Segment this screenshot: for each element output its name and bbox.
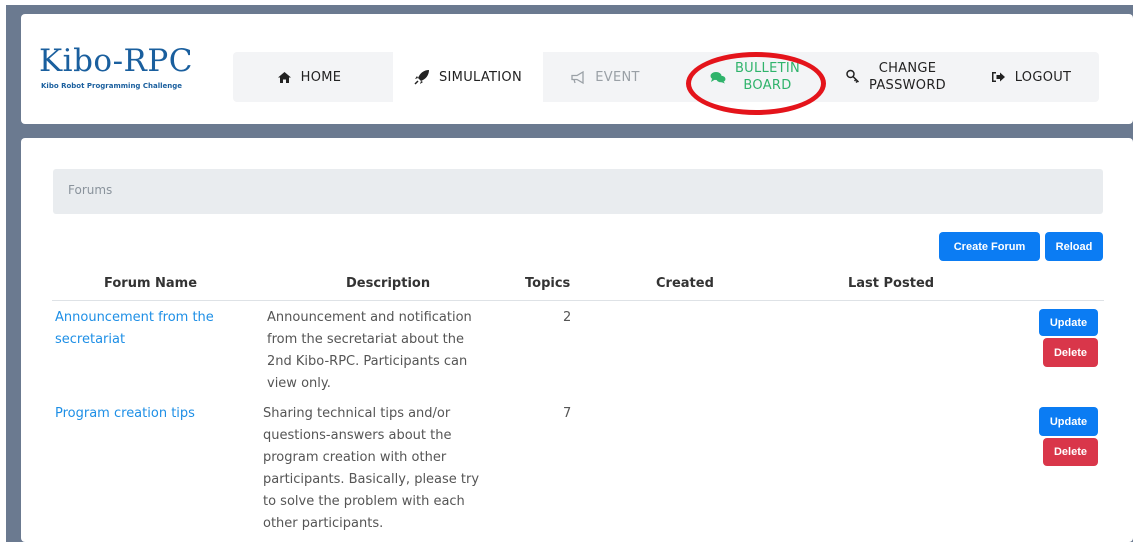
logo-title: Kibo-RPC: [39, 43, 193, 79]
forum-name-line: Announcement from the: [55, 310, 214, 325]
delete-button[interactable]: Delete: [1043, 338, 1098, 367]
nav-logout-label: LOGOUT: [1014, 69, 1072, 85]
reload-button[interactable]: Reload: [1045, 232, 1103, 261]
header-last-posted: Last Posted: [848, 276, 935, 291]
header-created: Created: [656, 276, 714, 291]
breadcrumb-forums: Forums: [68, 183, 113, 197]
nav-home-label: HOME: [300, 69, 342, 85]
header-forum-name: Forum Name: [104, 276, 198, 291]
main-nav: HOME SIMULATION EVENT BULLETIN BOARD CHA…: [233, 52, 1099, 102]
forum-name-program-creation-tips[interactable]: Program creation tips: [55, 403, 195, 425]
change-line1: CHANGE: [878, 61, 937, 76]
description-line: to solve the problem with each: [263, 494, 465, 509]
description-line: view only.: [267, 376, 331, 391]
nav-home[interactable]: HOME: [233, 52, 385, 102]
breadcrumb: Forums: [53, 169, 1103, 214]
sign-out-icon: [991, 72, 1005, 82]
description-line: Announcement and notification: [267, 310, 472, 325]
key-icon: [846, 69, 860, 84]
description-line: 2nd Kibo-RPC. Participants can: [267, 354, 468, 369]
nav-simulation[interactable]: SIMULATION: [393, 52, 543, 102]
description-line: from the secretariat about the: [267, 332, 465, 347]
delete-button[interactable]: Delete: [1043, 438, 1098, 466]
create-forum-button[interactable]: Create Forum: [939, 232, 1040, 261]
update-button[interactable]: Update: [1039, 407, 1098, 436]
nav-simulation-label: SIMULATION: [439, 69, 522, 85]
bullhorn-icon: [571, 70, 584, 84]
header-description: Description: [346, 276, 431, 291]
change-line2: PASSWORD: [869, 78, 946, 93]
forum-name-line: secretariat: [55, 332, 126, 347]
description-line: other participants.: [263, 516, 384, 531]
description-line: Sharing technical tips and/or: [263, 406, 451, 421]
nav-event[interactable]: EVENT: [545, 52, 665, 102]
highlight-ring: [686, 52, 826, 115]
header-topics: Topics: [525, 276, 571, 291]
description-line: questions-answers about the: [263, 428, 452, 443]
nav-event-label: EVENT: [595, 69, 640, 85]
header-divider: [52, 300, 1104, 301]
topics-count: 2: [563, 310, 572, 325]
topics-count: 7: [563, 406, 572, 421]
forum-description: Announcement and notification from the s…: [267, 307, 472, 395]
nav-change-password-label: CHANGE PASSWORD: [869, 60, 946, 94]
forum-description: Sharing technical tips and/or questions-…: [263, 403, 479, 535]
home-icon: [277, 71, 291, 83]
nav-logout[interactable]: LOGOUT: [967, 52, 1095, 102]
description-line: participants. Basically, please try: [263, 472, 480, 487]
nav-change-password[interactable]: CHANGE PASSWORD: [831, 52, 961, 102]
update-button[interactable]: Update: [1039, 309, 1098, 336]
rocket-icon: [414, 70, 429, 85]
forum-name-announcement[interactable]: Announcement from the secretariat: [55, 307, 214, 351]
description-line: program creation with other: [263, 450, 447, 465]
logo-subtitle: Kibo Robot Programming Challenge: [41, 82, 183, 90]
